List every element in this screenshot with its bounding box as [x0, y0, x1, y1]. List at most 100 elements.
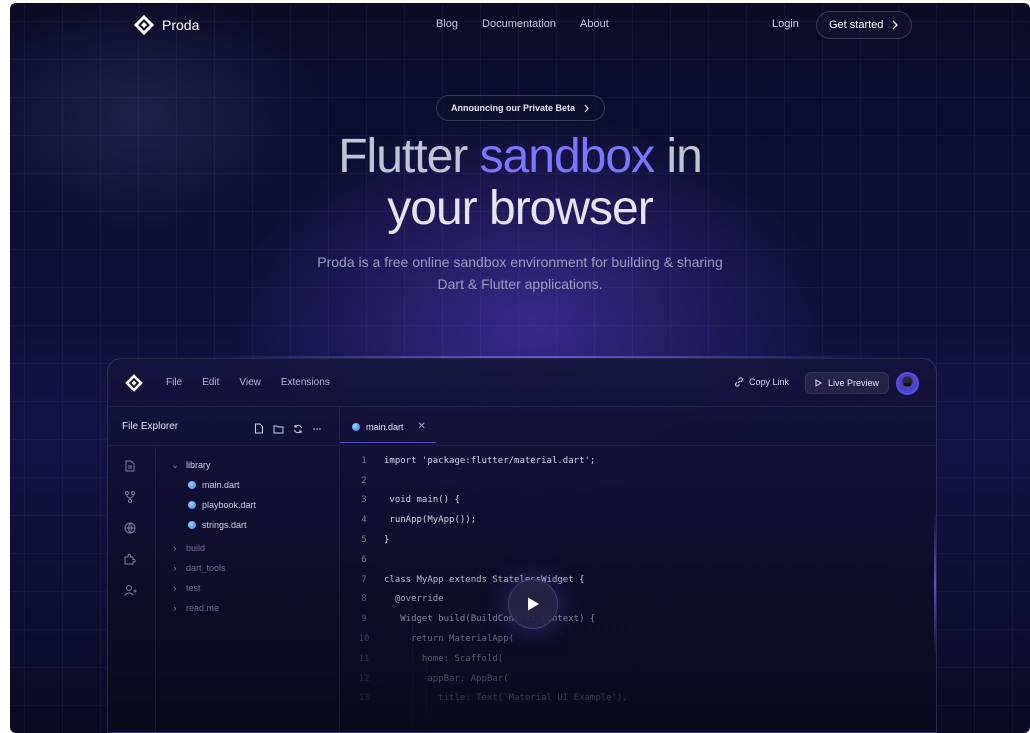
- line-number: 2: [361, 475, 367, 486]
- tree-folder[interactable]: › build: [170, 538, 256, 558]
- code-editor-window: File Edit View Extensions Copy Link Live…: [107, 358, 937, 733]
- tree-folder-label: build: [186, 543, 206, 553]
- tree-file-label: read.me: [186, 603, 220, 613]
- copy-link-button[interactable]: Copy Link: [734, 377, 789, 387]
- source-control-icon[interactable]: [123, 490, 139, 507]
- code-text: class MyApp extends StatelessWidget {: [384, 574, 585, 585]
- extensions-puzzle-icon[interactable]: [123, 552, 139, 569]
- code-text: title: Text('Material UI Example'),: [384, 693, 628, 704]
- line-number: 6: [361, 554, 367, 565]
- announcement-text: Announcing our Private Beta: [451, 103, 576, 113]
- tree-file[interactable]: strings.dart: [170, 515, 256, 535]
- code-text: runApp(MyApp());: [384, 515, 477, 526]
- code-line: 11 home: Scaffold(: [340, 649, 936, 669]
- menu-extensions[interactable]: Extensions: [281, 377, 330, 388]
- announcement-pill[interactable]: Announcing our Private Beta: [436, 95, 606, 121]
- chevron-right-icon: [584, 104, 589, 112]
- menu-file[interactable]: File: [166, 377, 182, 388]
- code-text: @override: [384, 594, 444, 605]
- activity-bar: [123, 459, 139, 600]
- top-nav: Proda Blog Documentation About Login Get…: [10, 3, 1030, 49]
- files-icon[interactable]: [123, 459, 139, 476]
- line-number: 11: [358, 653, 370, 664]
- code-text: import 'package:flutter/material.dart';: [384, 455, 596, 466]
- tree-file[interactable]: › read.me: [170, 598, 256, 618]
- chevron-right-icon: ›: [173, 563, 177, 573]
- play-video-button[interactable]: [508, 579, 558, 629]
- line-number: 10: [358, 634, 370, 645]
- chevron-down-icon: ⌄: [171, 459, 179, 470]
- tree-file-label: playbook.dart: [202, 500, 257, 510]
- globe-icon[interactable]: [123, 521, 139, 538]
- live-preview-button[interactable]: Live Preview: [805, 372, 890, 394]
- editor-menu: File Edit View Extensions: [166, 377, 330, 388]
- line-number: 5: [361, 535, 367, 546]
- code-text: home: Scaffold(: [384, 653, 504, 664]
- chevron-right-icon: ›: [173, 603, 177, 613]
- new-file-icon[interactable]: [254, 421, 264, 439]
- line-number: 7: [361, 574, 367, 585]
- code-line: 4 runApp(MyApp());: [340, 510, 936, 530]
- new-folder-icon[interactable]: [273, 421, 284, 439]
- tree-file[interactable]: playbook.dart: [170, 495, 256, 515]
- tree-file[interactable]: main.dart: [170, 475, 256, 495]
- line-number: 9: [361, 614, 367, 625]
- code-line: 12 appBar: AppBar(: [340, 669, 936, 689]
- file-explorer-title: File Explorer: [122, 421, 179, 432]
- code-text: return MaterialApp(: [384, 634, 515, 645]
- code-line: 3 void main() {: [340, 491, 936, 511]
- menu-edit[interactable]: Edit: [202, 377, 219, 388]
- play-icon: [528, 597, 539, 611]
- code-line: 8 @override: [340, 590, 936, 610]
- code-line: 5}: [340, 530, 936, 550]
- close-icon[interactable]: ✕: [418, 421, 426, 432]
- get-started-button[interactable]: Get started: [816, 11, 913, 39]
- activity-bar-divider: [155, 447, 156, 732]
- line-number: 4: [361, 515, 367, 526]
- code-area[interactable]: 1 import 'package:flutter/material.dart';…: [340, 451, 936, 708]
- menu-view[interactable]: View: [239, 377, 261, 388]
- file-tree: ⌄ library main.dart playbook.dart string…: [170, 455, 256, 618]
- code-text: void main() {: [384, 495, 460, 506]
- avatar[interactable]: [896, 372, 919, 395]
- nav-link-documentation[interactable]: Documentation: [482, 18, 556, 30]
- code-line: 10 return MaterialApp(: [340, 629, 936, 649]
- hero-headline: Flutter sandbox in your browser: [10, 131, 1030, 235]
- line-number: 12: [358, 673, 370, 684]
- get-started-label: Get started: [829, 19, 884, 31]
- more-options-icon[interactable]: [312, 421, 322, 439]
- add-user-icon[interactable]: [123, 583, 139, 600]
- login-link[interactable]: Login: [772, 18, 799, 30]
- explorer-divider: [108, 445, 339, 446]
- hero-subtitle: Proda is a free online sandbox environme…: [317, 254, 723, 292]
- tree-folder-label: dart_tools: [186, 563, 226, 573]
- tree-folder-label: test: [186, 583, 201, 593]
- headline-line-2: your browser: [387, 182, 653, 235]
- tree-folder-library[interactable]: ⌄ library: [170, 455, 256, 475]
- tab-main-dart[interactable]: main.dart ✕: [340, 411, 436, 443]
- refresh-icon[interactable]: [293, 421, 303, 439]
- line-number: 3: [361, 495, 367, 506]
- brand-logo[interactable]: Proda: [134, 15, 199, 35]
- code-text: }: [384, 535, 390, 546]
- indent-guide: [426, 659, 427, 732]
- tree-folder[interactable]: › dart_tools: [170, 558, 256, 578]
- nav-links: Blog Documentation About: [436, 18, 609, 30]
- line-number: 13: [358, 693, 370, 704]
- tree-folder[interactable]: › test: [170, 578, 256, 598]
- tree-file-label: main.dart: [202, 480, 240, 490]
- nav-link-blog[interactable]: Blog: [436, 18, 458, 30]
- code-line: 9 Widget build(BuildContext context) {: [340, 609, 936, 629]
- proda-logo-icon[interactable]: [124, 374, 144, 392]
- code-line: 7 class MyApp extends StatelessWidget {: [340, 570, 936, 590]
- editor-toolbar: File Edit View Extensions Copy Link Live…: [108, 359, 936, 407]
- indent-guide: [412, 621, 413, 732]
- proda-logo-icon: [134, 15, 154, 35]
- chevron-right-icon: ›: [173, 543, 177, 553]
- nav-link-about[interactable]: About: [580, 18, 609, 30]
- tab-divider: [340, 445, 936, 446]
- live-preview-label: Live Preview: [828, 378, 880, 388]
- play-small-icon: [815, 379, 822, 387]
- dart-file-icon: [188, 501, 196, 509]
- headline-part-2: in: [654, 130, 702, 183]
